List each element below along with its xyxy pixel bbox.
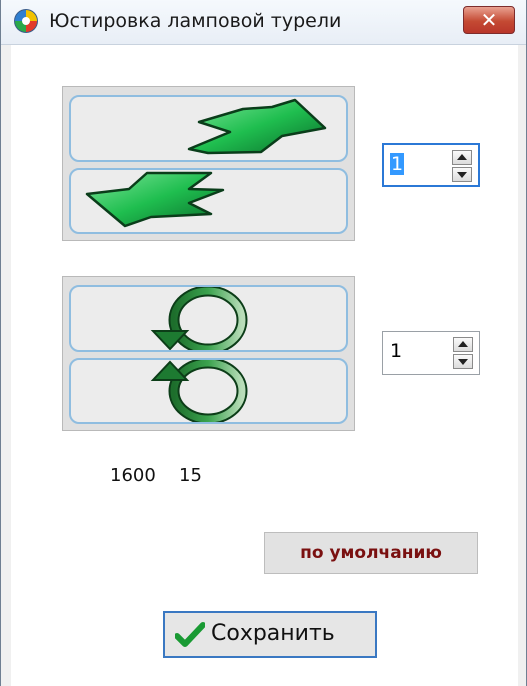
rotate-clockwise-button[interactable]: [69, 285, 348, 352]
move-backward-button[interactable]: [69, 168, 348, 234]
move-button-group: [62, 86, 355, 241]
status-readout: 1600 15: [89, 461, 239, 491]
window-title: Юстировка ламповой турели: [49, 10, 342, 32]
angle-value: 15: [179, 465, 202, 486]
arrow-left-down-icon: [85, 171, 225, 228]
default-button[interactable]: по умолчанию: [264, 532, 478, 574]
arrow-right-up-icon: [187, 98, 327, 155]
move-step-spin-buttons: [452, 150, 472, 182]
dialog-window: Юстировка ламповой турели ✕ 1 1 1600 15 …: [0, 0, 527, 686]
rotate-counterclockwise-button[interactable]: [69, 358, 348, 424]
save-button[interactable]: Сохранить: [163, 611, 377, 658]
move-forward-button[interactable]: [69, 95, 348, 162]
rotate-step-spinner[interactable]: 1: [382, 331, 480, 375]
app-icon: [14, 9, 38, 33]
default-button-label: по умолчанию: [300, 543, 442, 563]
spin-down-icon[interactable]: [453, 354, 473, 369]
spin-up-icon[interactable]: [452, 150, 472, 165]
move-step-spinner[interactable]: 1: [382, 143, 480, 187]
save-button-label: Сохранить: [211, 621, 335, 646]
rotate-button-group: [62, 276, 355, 431]
spin-down-icon[interactable]: [452, 167, 472, 182]
position-value: 1600: [110, 465, 156, 486]
close-icon: ✕: [480, 8, 498, 32]
rotate-step-value[interactable]: 1: [389, 340, 403, 362]
rotate-arrow-up-icon: [150, 360, 248, 422]
spin-up-icon[interactable]: [453, 337, 473, 352]
rotate-step-spin-buttons: [453, 337, 473, 369]
move-step-value[interactable]: 1: [390, 153, 405, 175]
checkmark-icon: [175, 622, 205, 647]
dialog-client-area: 1 1 1600 15 по умолчанию Сохранить: [11, 45, 518, 686]
title-bar[interactable]: Юстировка ламповой турели ✕: [1, 0, 526, 45]
close-button[interactable]: ✕: [463, 6, 515, 34]
rotate-arrow-down-icon: [150, 287, 248, 350]
